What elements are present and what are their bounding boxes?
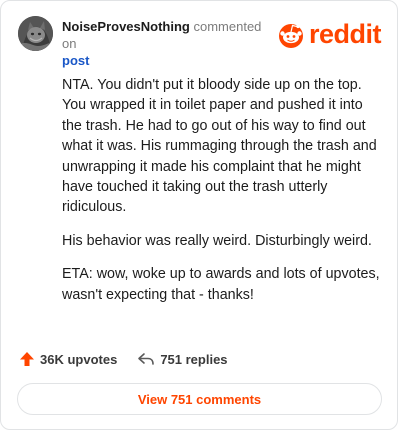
upvote-button[interactable]: 36K upvotes [19,351,117,367]
comment-paragraph: His behavior was really weird. Disturbin… [62,232,372,249]
comment-card: NoiseProvesNothing commented on post red… [0,0,398,430]
comment-paragraph: ETA: wow, woke up to awards and lots of … [62,266,380,303]
reply-arrow-icon [138,353,155,365]
reddit-snoo-icon [278,24,303,48]
username-link[interactable]: NoiseProvesNothing [62,19,190,34]
reddit-wordmark: reddit [308,19,382,49]
avatar[interactable] [18,16,53,51]
upvote-count: 36K upvotes [40,351,118,367]
post-link[interactable]: post [62,52,269,69]
avatar-image [18,16,53,51]
upvote-arrow-icon [20,352,34,366]
view-comments-button[interactable]: View 751 comments [17,383,382,415]
replies-button[interactable]: 751 replies [137,351,228,367]
comment-meta: NoiseProvesNothing commented on post [62,18,269,69]
comment-header: NoiseProvesNothing commented on post red… [18,16,382,68]
comment-body: NTA. You didn't put it bloody side up on… [62,75,382,318]
reddit-logo[interactable]: reddit [276,19,382,49]
reply-count: 751 replies [160,351,228,367]
comment-actions: 36K upvotes 751 replies [19,347,228,371]
comment-paragraph: NTA. You didn't put it bloody side up on… [62,77,377,216]
